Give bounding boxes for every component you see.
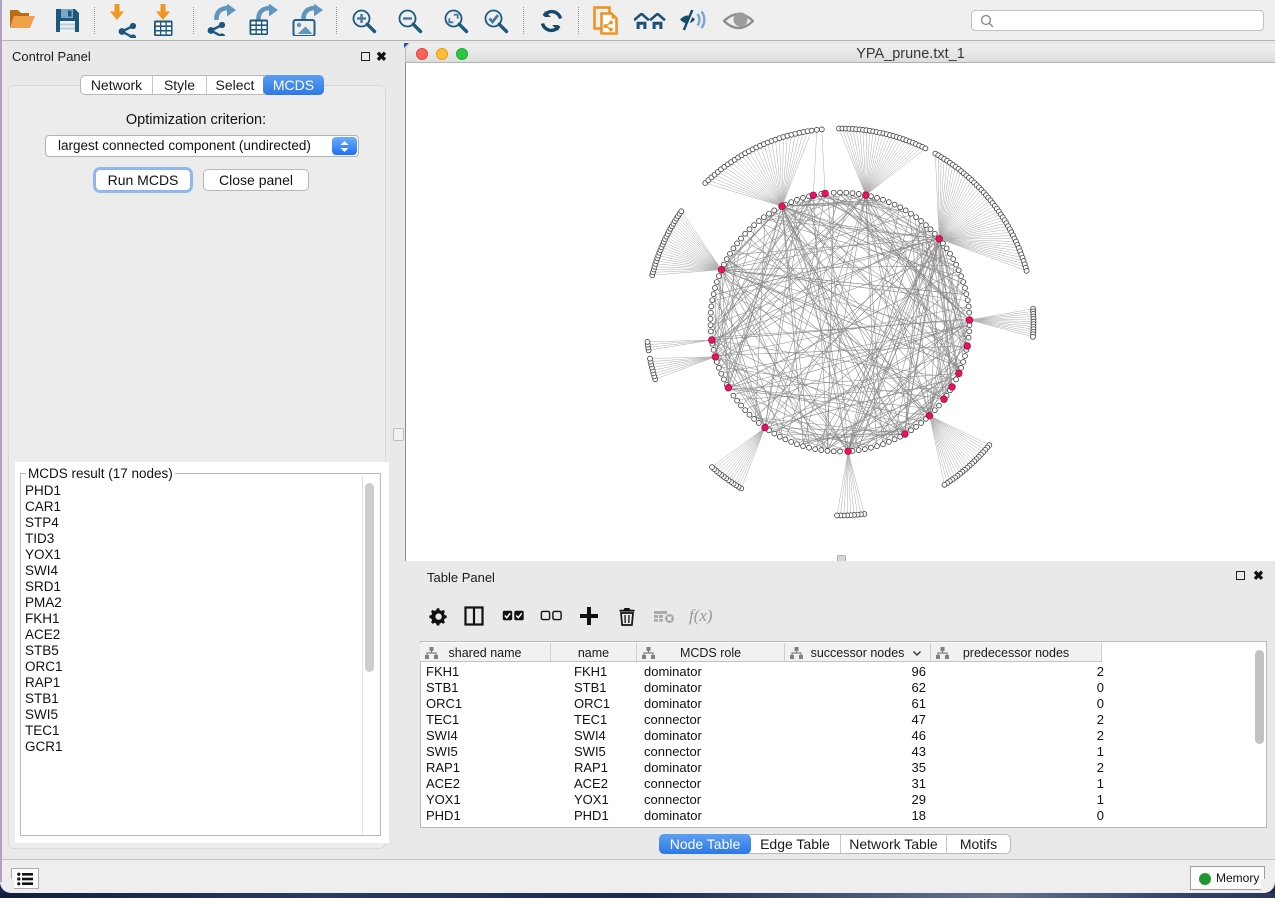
svg-text:f(x): f(x): [689, 606, 713, 625]
